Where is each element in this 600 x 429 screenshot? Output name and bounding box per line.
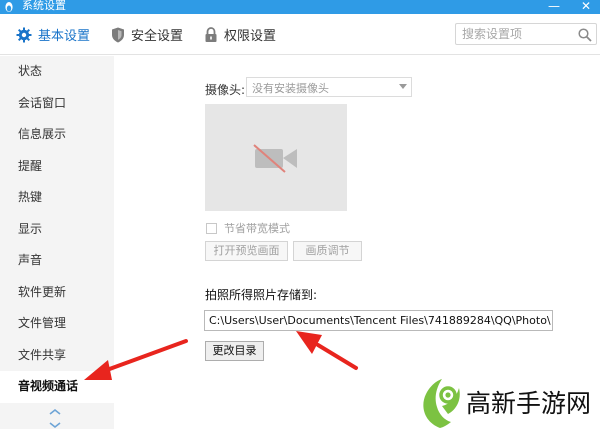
photo-save-location-label: 拍照所得照片存储到:	[205, 288, 318, 302]
shield-icon	[112, 27, 124, 42]
lock-icon	[205, 26, 217, 42]
chevron-down-icon	[399, 84, 407, 89]
camera-off-icon	[253, 144, 297, 173]
bandwidth-mode-label: 节省带宽模式	[224, 222, 290, 235]
sidebar-item-display[interactable]: 显示	[0, 214, 114, 246]
open-preview-button[interactable]: 打开预览画面	[205, 241, 288, 261]
leaf-logo-icon	[423, 379, 460, 428]
sidebar-item-av-call[interactable]: 音视频通话	[0, 371, 114, 403]
minimize-button[interactable]: —	[544, 0, 564, 14]
watermark-text: 高新手游网	[466, 389, 592, 418]
camera-preview	[205, 104, 347, 211]
tab-basic-settings[interactable]: 基本设置	[16, 14, 90, 55]
watermark: 高新手游网	[418, 376, 600, 429]
tab-security-settings[interactable]: 安全设置	[111, 14, 183, 55]
settings-search-input[interactable]	[462, 26, 572, 42]
change-directory-button[interactable]: 更改目录	[205, 341, 264, 361]
title-bar: 系统设置 — ✕	[0, 0, 600, 14]
video-quality-button[interactable]: 画质调节	[293, 241, 362, 261]
chevron-down-icon[interactable]	[48, 420, 62, 429]
settings-tab-bar: 基本设置 安全设置 权限设置	[0, 14, 600, 55]
settings-search-box	[455, 23, 597, 45]
qq-penguin-icon	[5, 2, 13, 12]
bandwidth-mode-checkbox[interactable]	[206, 222, 217, 234]
tab-permission-settings[interactable]: 权限设置	[204, 14, 276, 55]
sidebar-item-file-sharing[interactable]: 文件共享	[0, 340, 114, 372]
sidebar-item-software-update[interactable]: 软件更新	[0, 277, 114, 309]
window-title: 系统设置	[22, 0, 66, 12]
camera-label: 摄像头:	[205, 83, 246, 97]
bandwidth-mode-option[interactable]: 节省带宽模式	[206, 220, 290, 236]
av-call-settings-panel: 摄像头: 没有安装摄像头 节省带宽模式 打开预览画面 画质调节 拍照所得照片存储…	[114, 56, 600, 429]
sidebar-item-file-management[interactable]: 文件管理	[0, 308, 114, 340]
gear-icon	[16, 27, 32, 42]
sidebar-item-sound[interactable]: 声音	[0, 245, 114, 277]
photo-save-path-field[interactable]: C:\Users\User\Documents\Tencent Files\74…	[204, 310, 553, 331]
search-icon[interactable]	[577, 27, 593, 43]
close-button[interactable]: ✕	[576, 0, 596, 14]
chevron-up-icon[interactable]	[48, 407, 62, 417]
tab-label: 安全设置	[131, 29, 184, 44]
sidebar-item-chat-window[interactable]: 会话窗口	[0, 88, 114, 120]
camera-select[interactable]: 没有安装摄像头	[246, 77, 412, 97]
sidebar-item-info-display[interactable]: 信息展示	[0, 119, 114, 151]
tab-label: 基本设置	[38, 29, 91, 44]
tab-label: 权限设置	[224, 29, 277, 44]
sidebar-item-hotkeys[interactable]: 热键	[0, 182, 114, 214]
sidebar-item-reminders[interactable]: 提醒	[0, 151, 114, 183]
camera-select-value: 没有安装摄像头	[252, 82, 329, 95]
sidebar-item-status[interactable]: 状态	[0, 56, 114, 88]
settings-sidebar: 状态 会话窗口 信息展示 提醒 热键 显示 声音 软件更新 文件管理 文件共享 …	[0, 56, 114, 429]
